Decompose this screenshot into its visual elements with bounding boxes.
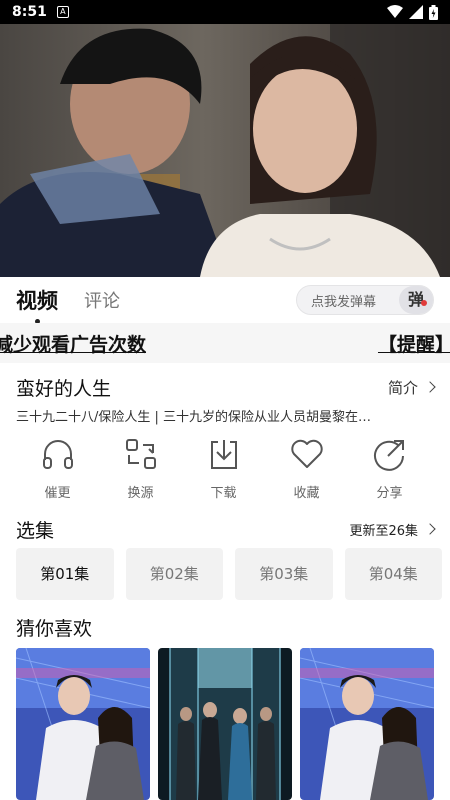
status-time: 8:51 (12, 4, 47, 20)
remind-link[interactable]: 【提醒】 (378, 330, 450, 357)
switch-source-button[interactable]: 换源 (99, 436, 182, 506)
episodes-more-button[interactable]: 更新至26集 (349, 520, 436, 539)
video-frame (0, 24, 450, 277)
show-description: 三十九二十八/保险人生 | 三十九岁的保险从业人员胡曼黎在… (16, 410, 372, 425)
favorite-button[interactable]: 收藏 (265, 436, 348, 506)
episode-item-04[interactable]: 第04集 (344, 548, 442, 600)
wifi-icon (387, 5, 403, 18)
download-button[interactable]: 下载 (182, 436, 265, 506)
recommend-poster[interactable] (158, 648, 292, 800)
danmu-toggle-button[interactable]: 弹 (399, 286, 433, 314)
video-player[interactable] (0, 24, 450, 277)
episodes-update-text: 更新至26集 (349, 523, 418, 539)
urge-update-label: 催更 (44, 486, 71, 501)
recommend-poster[interactable] (16, 648, 150, 800)
share-label: 分享 (376, 486, 403, 501)
episode-list: 第01集 第02集 第03集 第04集 (16, 548, 442, 600)
action-bar: 催更 换源 下载 收藏 分享 (0, 436, 450, 506)
poster-image (300, 648, 434, 800)
share-icon (373, 440, 404, 471)
recommend-poster[interactable] (300, 648, 434, 800)
danmu-input[interactable]: 点我发弹幕 弹 (296, 285, 434, 315)
battery-icon (429, 4, 438, 20)
poster-image (16, 648, 150, 800)
episodes-header: 选集 更新至26集 (16, 514, 436, 544)
poster-image (158, 648, 292, 800)
danmu-status-dot (421, 300, 427, 306)
urge-update-button[interactable]: 催更 (16, 436, 99, 506)
switch-source-label: 换源 (127, 486, 154, 501)
show-title: 蛮好的人生 (16, 377, 112, 400)
favorite-label: 收藏 (293, 486, 320, 501)
episode-item-01[interactable]: 第01集 (16, 548, 114, 600)
tab-comments[interactable]: 评论 (84, 287, 120, 313)
share-button[interactable]: 分享 (348, 436, 431, 506)
switch-source-icon (125, 439, 156, 469)
tab-video[interactable]: 视频 (16, 285, 58, 324)
download-label: 下载 (210, 486, 237, 501)
headphones-icon (42, 440, 73, 469)
content-tabs: 视频 评论 点我发弹幕 弹 (0, 277, 450, 324)
episode-item-03[interactable]: 第03集 (235, 548, 333, 600)
episodes-heading: 选集 (16, 519, 55, 542)
chevron-right-icon (424, 381, 436, 393)
intro-label: 简介 (387, 378, 418, 397)
download-icon (210, 440, 237, 469)
danmu-placeholder[interactable]: 点我发弹幕 (297, 291, 399, 310)
recommend-list (16, 648, 436, 800)
recommend-heading: 猜你喜欢 (16, 618, 93, 640)
episode-item-02[interactable]: 第02集 (125, 548, 223, 600)
chevron-right-icon (424, 523, 436, 535)
notice-bar: 减少观看广告次数 【提醒】 (0, 323, 450, 363)
show-title-row: 蛮好的人生 简介 (16, 372, 436, 402)
status-bar: 8:51 A (0, 0, 450, 24)
signal-icon (409, 5, 423, 19)
ad-notice-link[interactable]: 减少观看广告次数 (0, 330, 146, 357)
intro-button[interactable]: 简介 (387, 377, 436, 398)
heart-icon (290, 439, 323, 468)
notification-icon: A (56, 6, 69, 18)
